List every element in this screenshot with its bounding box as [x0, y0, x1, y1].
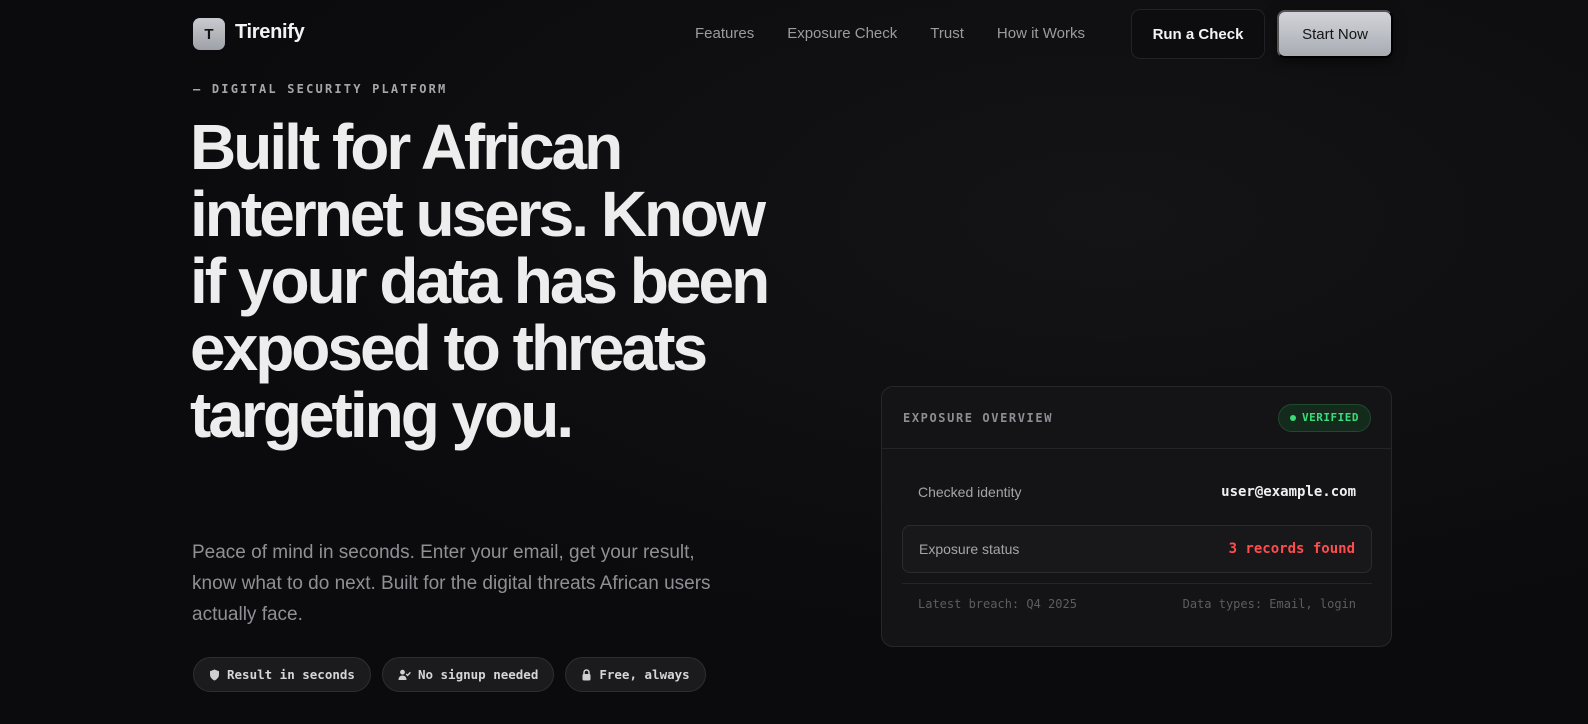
hero-headline: Built for African internet users. Know i… [190, 111, 770, 451]
landing-page: T Tirenify Features Exposure Check Trust… [0, 0, 1588, 724]
brand-name[interactable]: Tirenify [235, 21, 305, 44]
data-types: Data types: Email, login [1182, 597, 1356, 611]
nav-link-how-it-works[interactable]: How it Works [997, 25, 1085, 42]
card-footer: Latest breach: Q4 2025 Data types: Email… [918, 597, 1356, 611]
card-title: EXPOSURE OVERVIEW [903, 410, 1054, 425]
identity-row: Checked identity user@example.com [902, 468, 1372, 516]
badge-label: VERIFIED [1302, 411, 1359, 424]
verified-badge: VERIFIED [1278, 403, 1371, 432]
user-check-icon [398, 669, 411, 681]
nav-link-trust[interactable]: Trust [930, 25, 964, 42]
nav-links: Features Exposure Check Trust How it Wor… [695, 25, 1118, 42]
start-now-button[interactable]: Start Now [1277, 10, 1393, 58]
nav-link-exposure-check[interactable]: Exposure Check [787, 25, 897, 42]
status-dot-icon [1290, 414, 1297, 421]
pill-label: No signup needed [417, 667, 539, 682]
identity-value: user@example.com [1221, 484, 1356, 500]
pill-result-in-seconds: Result in seconds [193, 657, 371, 692]
pill-label: Result in seconds [227, 667, 355, 682]
hero-eyebrow: — DIGITAL SECURITY PLATFORM [193, 82, 448, 96]
exposure-overview-card: EXPOSURE OVERVIEW VERIFIED Checked ident… [881, 386, 1392, 647]
exposure-status-row: Exposure status 3 records found [902, 525, 1372, 573]
hero-subtitle: Peace of mind in seconds. Enter your ema… [192, 542, 711, 625]
nav-link-features[interactable]: Features [695, 25, 754, 42]
card-divider [902, 583, 1372, 584]
pill-no-signup: No signup needed [381, 657, 555, 692]
pill-free-always: Free, always [565, 657, 706, 692]
status-value: 3 records found [1228, 541, 1355, 557]
shield-icon [209, 669, 220, 681]
identity-label: Checked identity [918, 484, 1022, 500]
status-label: Exposure status [919, 541, 1020, 557]
lock-icon [581, 668, 592, 681]
pill-label: Free, always [599, 667, 690, 682]
run-check-button[interactable]: Run a Check [1131, 9, 1265, 59]
latest-breach: Latest breach: Q4 2025 [918, 597, 1077, 611]
card-header: EXPOSURE OVERVIEW VERIFIED [882, 387, 1391, 449]
logo-mark[interactable]: T [193, 18, 225, 50]
top-nav: T Tirenify Features Exposure Check Trust… [0, 0, 1588, 68]
feature-pills: Result in seconds No signup needed Free,… [193, 657, 717, 692]
